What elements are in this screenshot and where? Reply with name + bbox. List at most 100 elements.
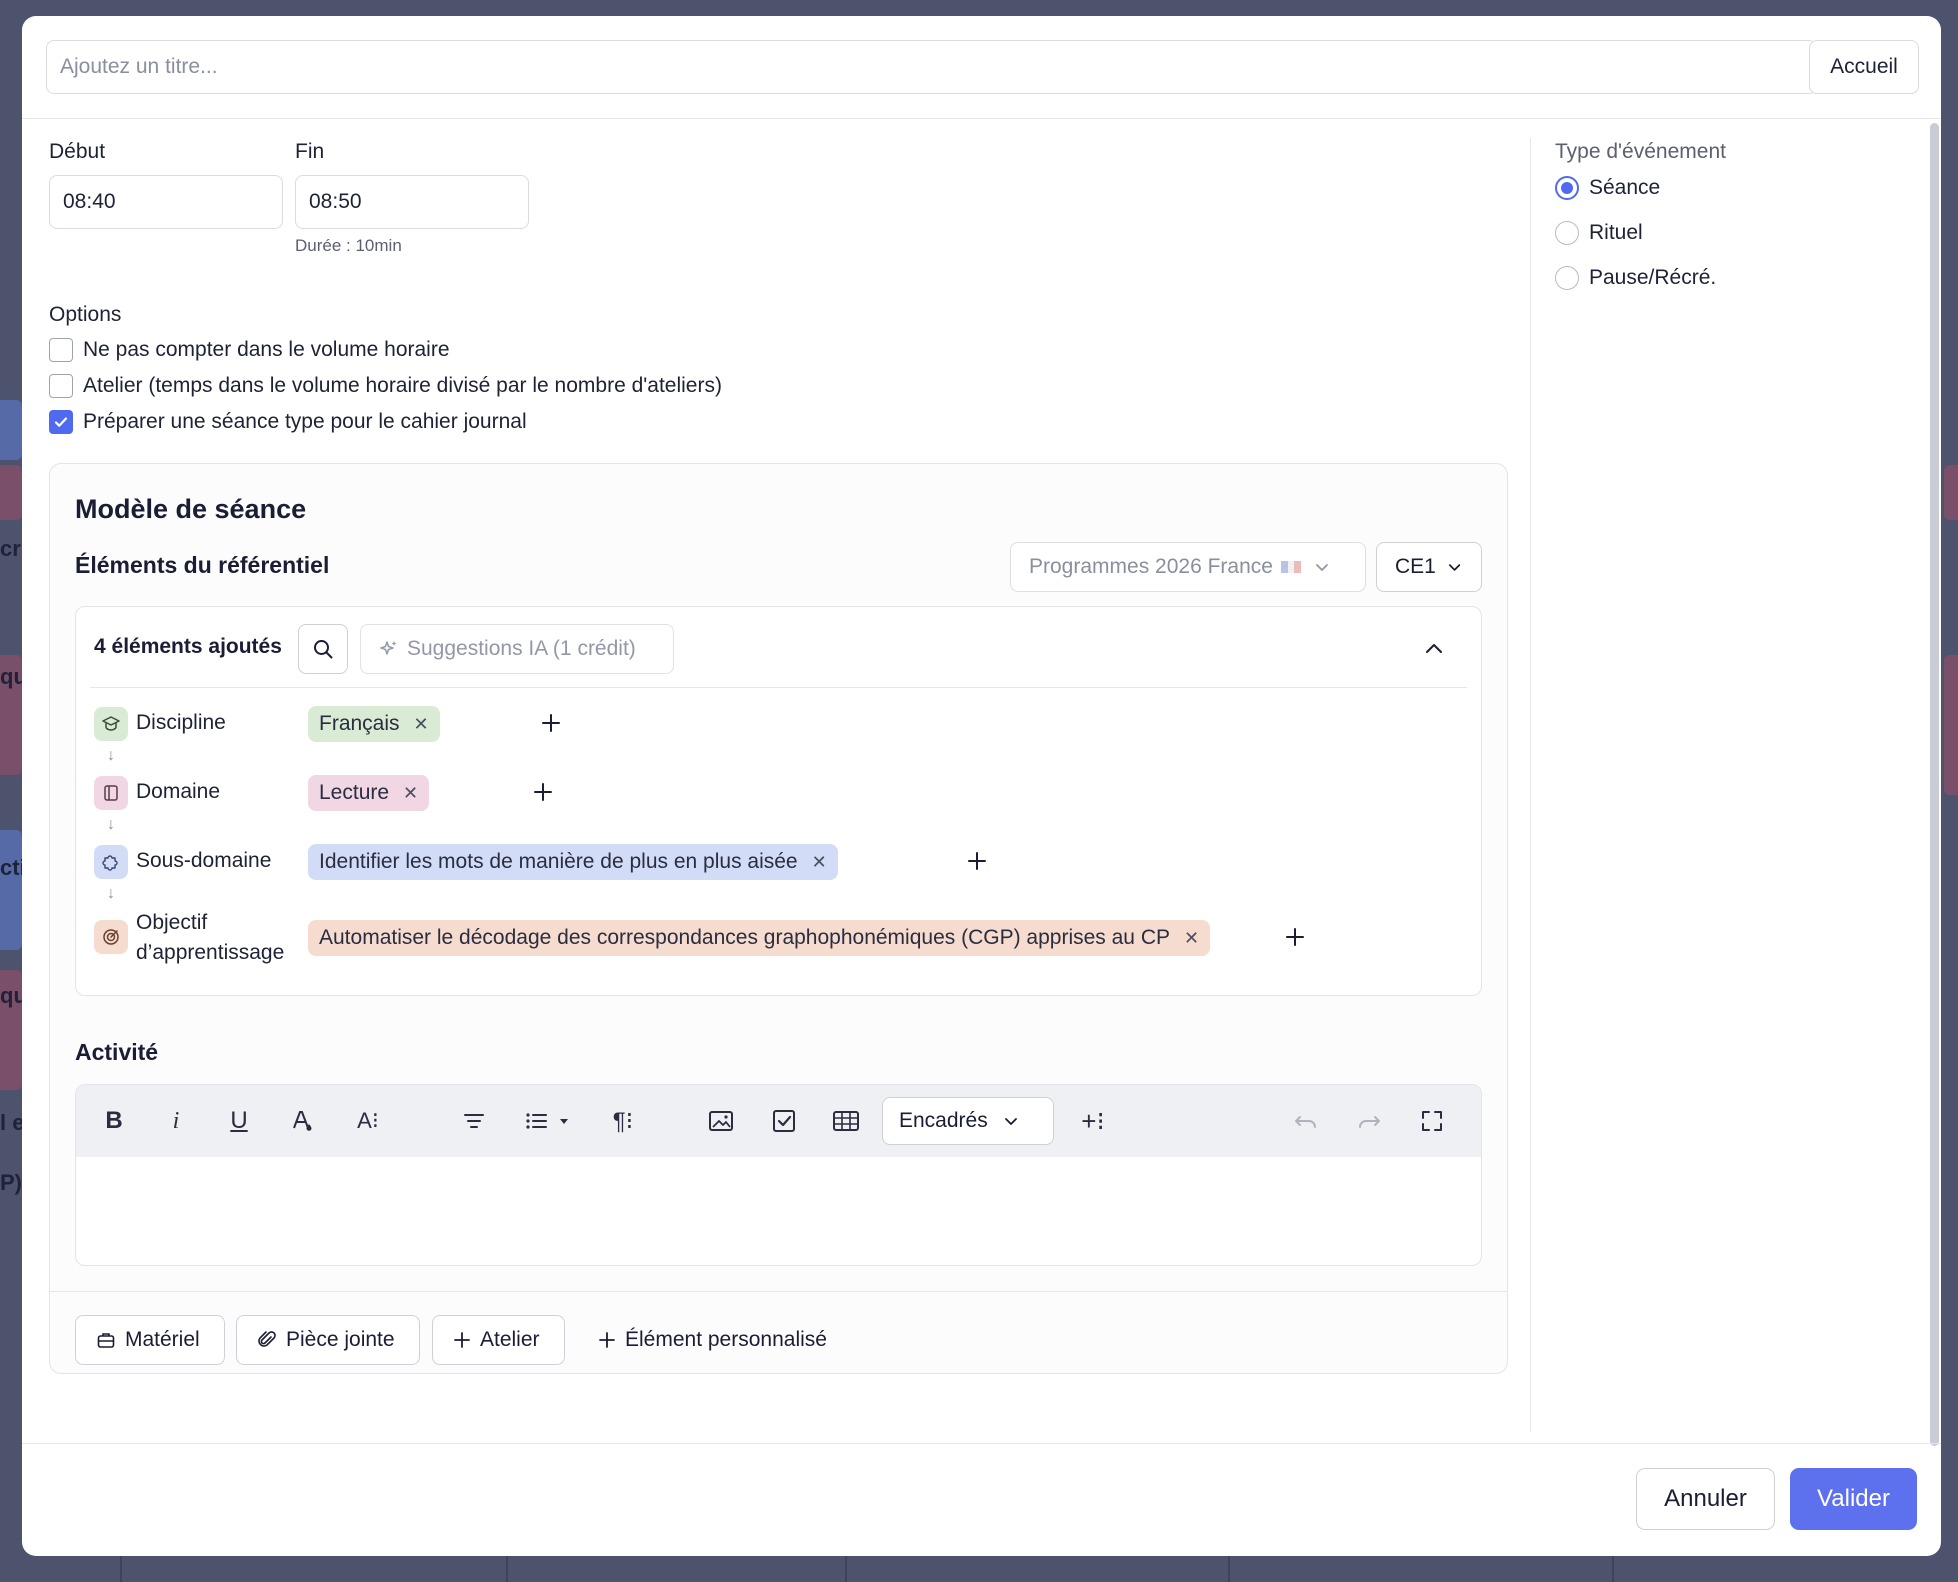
checkbox-icon[interactable] xyxy=(766,1103,802,1139)
remove-tag-icon[interactable]: ✕ xyxy=(812,852,827,873)
book-icon xyxy=(94,776,128,810)
ai-suggestions-button[interactable]: Suggestions IA (1 crédit) xyxy=(360,624,674,674)
divider xyxy=(90,687,1467,688)
add-discipline-button[interactable] xyxy=(536,708,566,738)
radio-seance[interactable]: Séance xyxy=(1555,176,1660,200)
plus-icon xyxy=(542,714,560,732)
material-button[interactable]: Matériel xyxy=(75,1315,225,1365)
checkbox[interactable] xyxy=(49,374,73,398)
radio-rituel[interactable]: Rituel xyxy=(1555,221,1643,245)
scrollbar[interactable] xyxy=(1930,123,1939,1446)
checkbox[interactable] xyxy=(49,338,73,362)
chevron-up-icon xyxy=(1426,644,1442,653)
program-select-value: Programmes 2026 France xyxy=(1029,555,1273,578)
end-time-input[interactable] xyxy=(295,175,529,229)
title-input[interactable] xyxy=(46,40,1817,94)
bold-icon[interactable]: B xyxy=(96,1103,132,1139)
collapse-button[interactable] xyxy=(1418,633,1450,665)
backdrop-grid-line xyxy=(1228,1556,1230,1582)
validate-button[interactable]: Valider xyxy=(1790,1468,1917,1530)
tag-label: Identifier les mots de manière de plus e… xyxy=(319,850,798,873)
add-subdomain-button[interactable] xyxy=(962,846,992,876)
radio-pause[interactable]: Pause/Récré. xyxy=(1555,266,1716,290)
plus-icon xyxy=(534,783,552,801)
program-select[interactable]: Programmes 2026 France xyxy=(1010,542,1366,592)
option-not-counted[interactable]: Ne pas compter dans le volume horaire xyxy=(49,338,450,362)
ref-row-name: Objectif d’apprentissage xyxy=(136,908,284,968)
font-size-icon[interactable]: A⁝ xyxy=(346,1103,390,1139)
plus-icon xyxy=(599,1332,615,1348)
paragraph-icon[interactable]: ¶⁝ xyxy=(601,1103,645,1139)
ref-row-name: Domaine xyxy=(136,780,221,803)
referential-elements-box: 4 éléments ajoutés Suggestions IA (1 cré… xyxy=(75,606,1482,996)
plus-icon xyxy=(968,852,986,870)
tag-objective: Automatiser le décodage des correspondan… xyxy=(308,920,1211,956)
remove-tag-icon[interactable]: ✕ xyxy=(1184,928,1199,949)
home-button[interactable]: Accueil xyxy=(1809,40,1919,94)
insert-icon[interactable]: +⁝ xyxy=(1071,1103,1115,1139)
tag-label: Lecture xyxy=(319,781,390,804)
redo-icon[interactable] xyxy=(1351,1103,1387,1139)
attachment-button[interactable]: Pièce jointe xyxy=(236,1315,420,1365)
backdrop-event-4 xyxy=(0,400,22,460)
ref-row-subdomain: Sous-domaine Identifier les mots de mani… xyxy=(94,841,1474,881)
session-model-card: Modèle de séance Éléments du référentiel… xyxy=(49,463,1508,1374)
radio-label: Pause/Récré. xyxy=(1589,266,1717,289)
editor-content[interactable] xyxy=(76,1157,1481,1265)
text-color-icon[interactable] xyxy=(284,1103,320,1139)
remove-tag-icon[interactable]: ✕ xyxy=(414,714,429,735)
backdrop-grid-line xyxy=(120,1556,122,1582)
add-domain-button[interactable] xyxy=(528,777,558,807)
event-type-label: Type d'événement xyxy=(1555,140,1726,163)
table-icon[interactable] xyxy=(828,1103,864,1139)
backdrop-event-5 xyxy=(0,830,22,950)
radio-button[interactable] xyxy=(1555,176,1579,200)
checkbox-checked[interactable] xyxy=(49,410,73,434)
graduation-cap-icon xyxy=(94,707,128,741)
caret-down-icon[interactable] xyxy=(554,1103,574,1139)
add-objective-button[interactable] xyxy=(1280,922,1310,952)
image-icon[interactable] xyxy=(703,1103,739,1139)
align-icon[interactable] xyxy=(456,1103,492,1139)
chevron-down-icon xyxy=(1448,564,1461,571)
tag-discipline: Français ✕ xyxy=(308,706,440,742)
backdrop-event-right-2 xyxy=(1944,655,1958,795)
boxes-select[interactable]: Encadrés xyxy=(882,1097,1054,1145)
workshop-button[interactable]: Atelier xyxy=(432,1315,565,1365)
sparkles-icon xyxy=(380,641,397,655)
arrow-down-icon: ↓ xyxy=(107,885,115,902)
backdrop-text: l e xyxy=(0,1110,25,1135)
radio-button[interactable] xyxy=(1555,266,1579,290)
option-workshop[interactable]: Atelier (temps dans le volume horaire di… xyxy=(49,374,722,398)
puzzle-icon xyxy=(94,845,128,879)
fullscreen-icon[interactable] xyxy=(1414,1103,1450,1139)
ref-row-domain: Domaine Lecture ✕ xyxy=(94,772,1474,812)
activity-title: Activité xyxy=(75,1039,159,1065)
cancel-button[interactable]: Annuler xyxy=(1636,1468,1775,1530)
option-label: Ne pas compter dans le volume horaire xyxy=(83,338,450,361)
search-icon xyxy=(314,640,333,659)
duration-text: Durée : 10min xyxy=(295,236,402,255)
elements-count: 4 éléments ajoutés xyxy=(94,635,282,658)
level-select[interactable]: CE1 xyxy=(1376,542,1482,592)
search-button[interactable] xyxy=(298,624,348,674)
underline-icon[interactable]: U xyxy=(221,1103,257,1139)
event-modal: Accueil Début Fin Durée : 10min Options … xyxy=(22,16,1941,1556)
arrow-down-icon: ↓ xyxy=(107,747,115,764)
radio-button[interactable] xyxy=(1555,221,1579,245)
option-label: Préparer une séance type pour le cahier … xyxy=(83,410,527,433)
list-icon[interactable] xyxy=(518,1103,554,1139)
remove-tag-icon[interactable]: ✕ xyxy=(403,783,418,804)
start-time-input[interactable] xyxy=(49,175,283,229)
backdrop-text: P) xyxy=(0,1170,22,1195)
option-label: Atelier (temps dans le volume horaire di… xyxy=(83,374,722,397)
radio-label: Séance xyxy=(1589,176,1661,199)
tag-subdomain: Identifier les mots de manière de plus e… xyxy=(308,844,838,880)
ref-row-discipline: Discipline Français ✕ xyxy=(94,703,1474,743)
custom-element-button[interactable]: Élément personnalisé xyxy=(598,1315,827,1365)
option-prepare-template[interactable]: Préparer une séance type pour le cahier … xyxy=(49,410,527,434)
chevron-down-icon xyxy=(1004,1118,1017,1125)
attachment-label: Pièce jointe xyxy=(286,1328,395,1351)
italic-icon[interactable]: i xyxy=(158,1103,194,1139)
undo-icon[interactable] xyxy=(1288,1103,1324,1139)
